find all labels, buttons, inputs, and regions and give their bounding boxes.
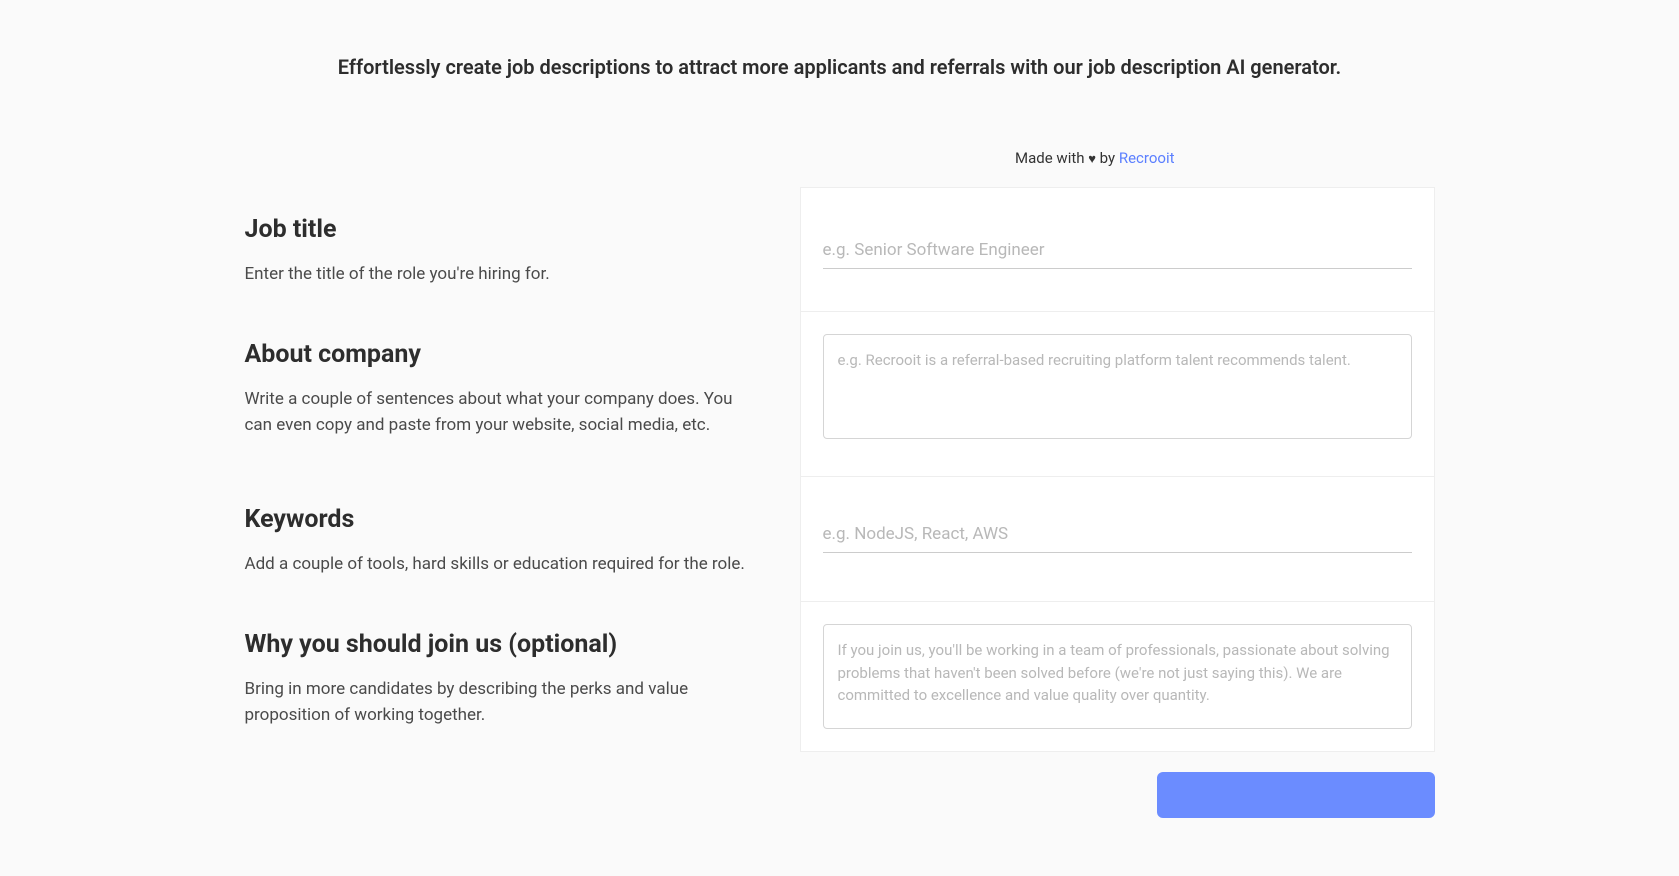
keywords-description: Add a couple of tools, hard skills or ed… [245,552,760,578]
job-title-heading: Job title [245,215,760,244]
why-join-input-wrapper [800,602,1435,752]
form-wrapper: Job title Enter the title of the role yo… [245,187,1435,818]
why-join-description: Bring in more candidates by describing t… [245,677,760,728]
job-title-description: Enter the title of the role you're hirin… [245,262,760,288]
job-title-input-wrapper [800,187,1435,312]
attribution: Made with ♥ by Recrooit [245,149,1435,167]
why-join-heading: Why you should join us (optional) [245,630,760,659]
job-title-label-block: Job title Enter the title of the role yo… [245,187,800,288]
submit-button[interactable] [1157,772,1435,818]
form-row-about-company: About company Write a couple of sentence… [245,312,1435,477]
attribution-prefix: Made with [1015,149,1088,167]
why-join-textarea[interactable] [823,624,1412,729]
form-row-why-join: Why you should join us (optional) Bring … [245,602,1435,752]
heart-icon: ♥ [1088,152,1096,167]
keywords-label-block: Keywords Add a couple of tools, hard ski… [245,477,800,578]
keywords-input[interactable] [823,512,1412,553]
about-company-heading: About company [245,340,760,369]
about-company-input-wrapper [800,312,1435,477]
submit-area [245,772,1435,818]
job-title-input[interactable] [823,228,1412,269]
keywords-heading: Keywords [245,505,760,534]
about-company-label-block: About company Write a couple of sentence… [245,312,800,438]
why-join-label-block: Why you should join us (optional) Bring … [245,602,800,728]
attribution-by: by [1096,149,1119,167]
form-row-job-title: Job title Enter the title of the role yo… [245,187,1435,312]
keywords-input-wrapper [800,477,1435,602]
attribution-link[interactable]: Recrooit [1119,149,1175,167]
about-company-description: Write a couple of sentences about what y… [245,387,760,438]
form-row-keywords: Keywords Add a couple of tools, hard ski… [245,477,1435,602]
page-subtitle: Effortlessly create job descriptions to … [245,55,1435,79]
about-company-textarea[interactable] [823,334,1412,439]
